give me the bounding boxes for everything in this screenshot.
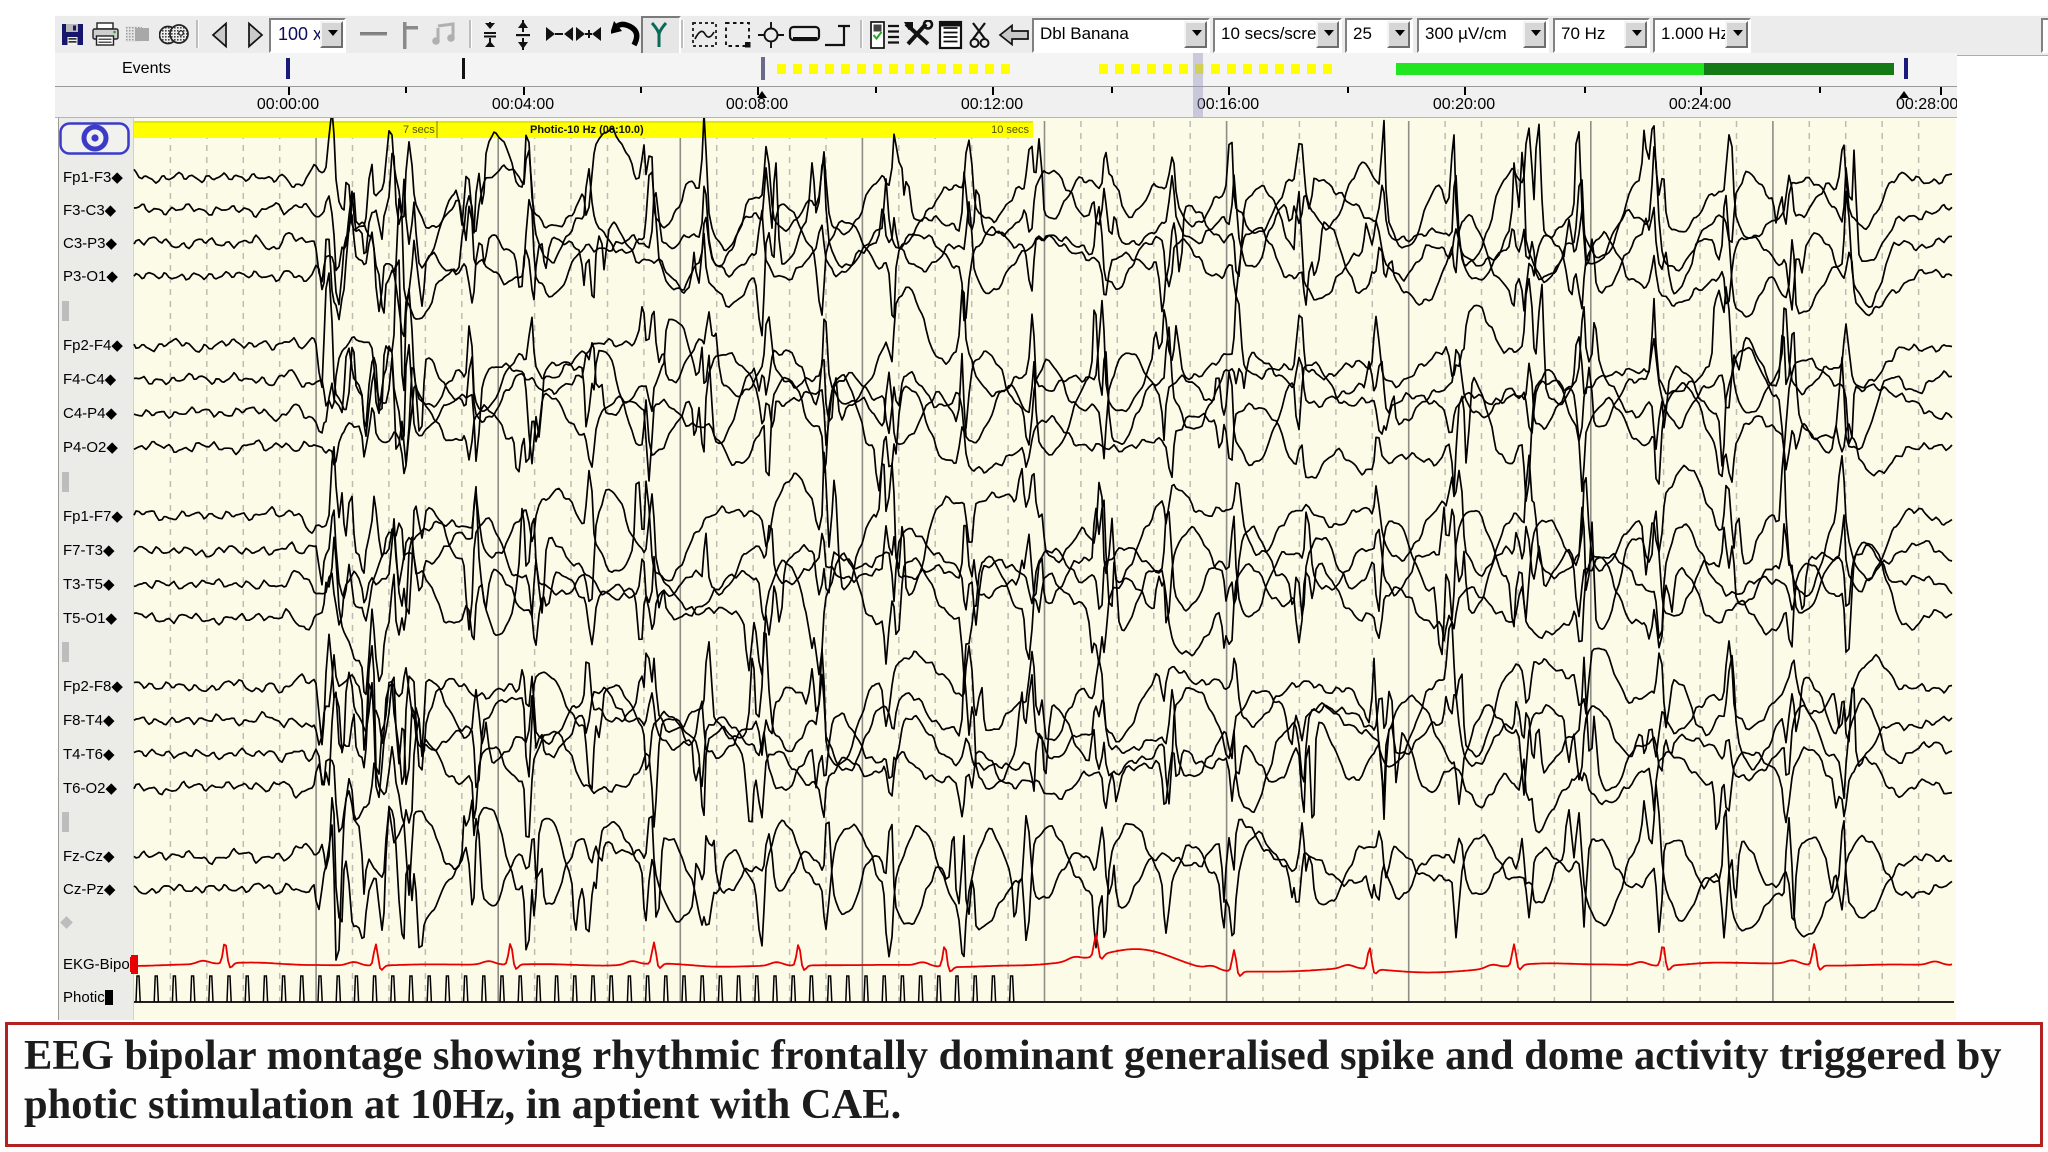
svg-text:10 secs: 10 secs (991, 124, 1029, 136)
svg-text:7 secs: 7 secs (403, 124, 435, 136)
svg-text:Photic-10 Hz (00:10.0): Photic-10 Hz (00:10.0) (530, 124, 644, 136)
